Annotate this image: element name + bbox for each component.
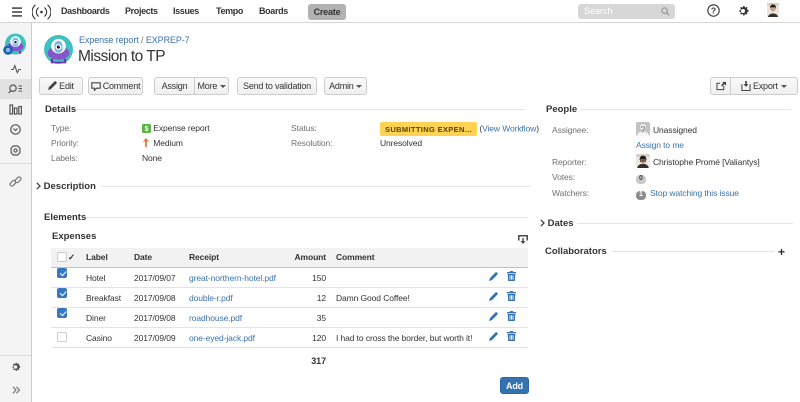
svg-text:?: ? [640,125,646,135]
svg-text:?: ? [711,5,716,15]
svg-text:$: $ [145,126,149,133]
